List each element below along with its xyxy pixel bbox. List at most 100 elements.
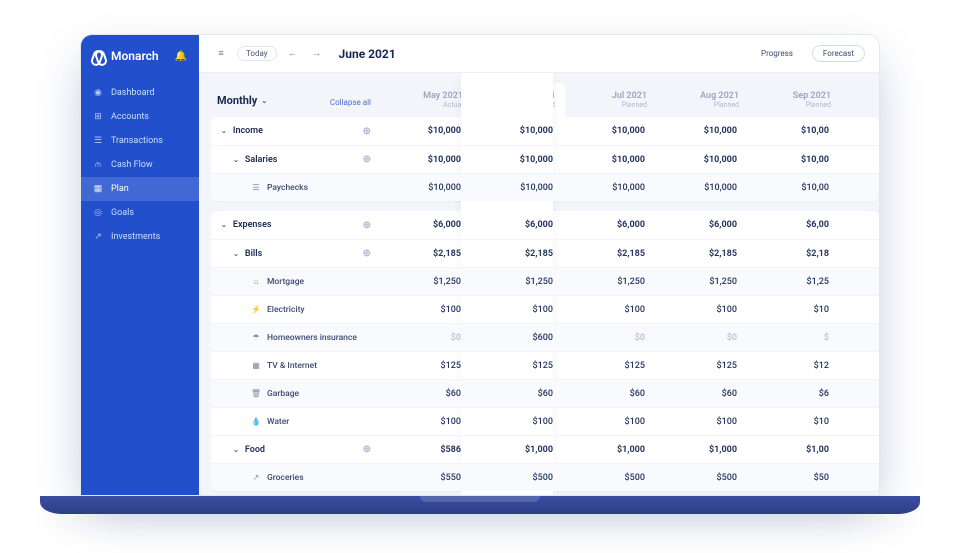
value-cell[interactable]: $12 xyxy=(749,361,841,371)
menu-icon[interactable]: ≡ xyxy=(213,46,229,62)
value-cell[interactable]: $10,000 xyxy=(657,183,749,193)
value-cell[interactable]: $6,00 xyxy=(749,220,841,230)
value-cell[interactable]: $1,250 xyxy=(473,277,565,287)
sidebar-item-accounts[interactable]: ⊞Accounts xyxy=(81,105,199,129)
value-cell[interactable]: $100 xyxy=(473,417,565,427)
item-label[interactable]: ⌂ Mortgage xyxy=(211,277,381,287)
tab-forecast[interactable]: Forecast xyxy=(812,45,865,62)
value-cell[interactable]: $10,000 xyxy=(381,126,473,136)
section-toggle[interactable]: ⌄ Expenses ⊕ xyxy=(211,220,381,231)
add-icon[interactable]: ⊕ xyxy=(363,220,371,231)
value-cell[interactable]: $500 xyxy=(657,473,749,483)
value-cell[interactable]: $10,000 xyxy=(473,155,565,165)
value-cell[interactable]: $2,18 xyxy=(749,249,841,259)
value-cell[interactable]: $10,000 xyxy=(381,183,473,193)
value-cell[interactable]: $100 xyxy=(657,305,749,315)
value-cell[interactable]: $1,000 xyxy=(565,445,657,455)
value-cell[interactable]: $1,000 xyxy=(473,445,565,455)
value-cell[interactable]: $550 xyxy=(381,473,473,483)
value-cell[interactable]: $125 xyxy=(657,361,749,371)
value-cell[interactable]: $6,000 xyxy=(657,220,749,230)
value-cell[interactable]: $10,000 xyxy=(657,126,749,136)
sidebar-item-investments[interactable]: ↗Investments xyxy=(81,225,199,249)
value-cell[interactable]: $10,00 xyxy=(749,155,841,165)
view-mode-dropdown[interactable]: Monthly ⌄ xyxy=(217,94,267,107)
value-cell[interactable]: $2,185 xyxy=(381,249,473,259)
value-cell[interactable]: $10,000 xyxy=(657,155,749,165)
item-label[interactable]: 💧 Water xyxy=(211,417,381,427)
value-cell[interactable]: $60 xyxy=(565,389,657,399)
value-cell[interactable]: $100 xyxy=(565,305,657,315)
add-icon[interactable]: ⊕ xyxy=(363,154,371,165)
value-cell[interactable]: $2,185 xyxy=(473,249,565,259)
value-cell[interactable]: $125 xyxy=(473,361,565,371)
value-cell[interactable]: $1,00 xyxy=(749,445,841,455)
sidebar-item-plan[interactable]: ▦Plan xyxy=(81,177,199,201)
category-icon: ▦ xyxy=(251,361,261,370)
item-label[interactable]: 🗑 Garbage xyxy=(211,389,381,399)
value-cell[interactable]: $10,000 xyxy=(473,126,565,136)
value-cell[interactable]: $10,00 xyxy=(749,126,841,136)
sidebar-item-dashboard[interactable]: ◉Dashboard xyxy=(81,81,199,105)
value-cell[interactable]: $600 xyxy=(473,333,565,343)
value-cell[interactable]: $10,000 xyxy=(473,183,565,193)
add-icon[interactable]: ⊕ xyxy=(363,126,371,137)
value-cell[interactable]: $0 xyxy=(381,333,473,343)
group-toggle[interactable]: ⌄ Food ⊕ xyxy=(211,444,381,455)
item-label[interactable]: ↗ Groceries xyxy=(211,473,381,483)
group-toggle[interactable]: ⌄ Bills ⊕ xyxy=(211,248,381,259)
value-cell[interactable]: $1,25 xyxy=(749,277,841,287)
item-label[interactable]: ▦ TV & Internet xyxy=(211,361,381,371)
add-icon[interactable]: ⊕ xyxy=(363,248,371,259)
value-cell[interactable]: $60 xyxy=(473,389,565,399)
value-cell[interactable]: $50 xyxy=(749,473,841,483)
value-cell[interactable]: $10,000 xyxy=(381,155,473,165)
value-cell[interactable]: $1,250 xyxy=(657,277,749,287)
prev-month-button[interactable]: ← xyxy=(285,46,301,62)
value-cell[interactable]: $125 xyxy=(565,361,657,371)
value-cell[interactable]: $60 xyxy=(381,389,473,399)
bell-icon[interactable]: 🔔 xyxy=(175,51,187,62)
sidebar-item-goals[interactable]: ◎Goals xyxy=(81,201,199,225)
value-cell[interactable]: $500 xyxy=(565,473,657,483)
value-cell[interactable]: $2,185 xyxy=(657,249,749,259)
value-cell[interactable]: $100 xyxy=(657,417,749,427)
add-icon[interactable]: ⊕ xyxy=(363,444,371,455)
value-cell[interactable]: $10 xyxy=(749,417,841,427)
value-cell[interactable]: $ xyxy=(749,333,841,343)
value-cell[interactable]: $6,000 xyxy=(565,220,657,230)
value-cell[interactable]: $1,000 xyxy=(657,445,749,455)
value-cell[interactable]: $125 xyxy=(381,361,473,371)
value-cell[interactable]: $0 xyxy=(657,333,749,343)
value-cell[interactable]: $10 xyxy=(749,305,841,315)
value-cell[interactable]: $10,00 xyxy=(749,183,841,193)
value-cell[interactable]: $100 xyxy=(565,417,657,427)
value-cell[interactable]: $6,000 xyxy=(381,220,473,230)
value-cell[interactable]: $1,250 xyxy=(381,277,473,287)
value-cell[interactable]: $100 xyxy=(473,305,565,315)
sidebar-item-cash-flow[interactable]: ⫙Cash Flow xyxy=(81,153,199,177)
value-cell[interactable]: $10,000 xyxy=(565,183,657,193)
value-cell[interactable]: $60 xyxy=(657,389,749,399)
value-cell[interactable]: $2,185 xyxy=(565,249,657,259)
section-toggle[interactable]: ⌄ Income ⊕ xyxy=(211,126,381,137)
collapse-all-button[interactable]: Collapse all xyxy=(330,98,371,107)
value-cell[interactable]: $100 xyxy=(381,305,473,315)
item-label[interactable]: ☂ Homeowners insurance xyxy=(211,333,381,343)
group-toggle[interactable]: ⌄ Salaries ⊕ xyxy=(211,154,381,165)
today-button[interactable]: Today xyxy=(237,46,277,61)
value-cell[interactable]: $100 xyxy=(381,417,473,427)
sidebar-item-transactions[interactable]: ☰Transactions xyxy=(81,129,199,153)
tab-progress[interactable]: Progress xyxy=(750,45,804,62)
next-month-button[interactable]: → xyxy=(309,46,325,62)
value-cell[interactable]: $1,250 xyxy=(565,277,657,287)
value-cell[interactable]: $10,000 xyxy=(565,155,657,165)
value-cell[interactable]: $6,000 xyxy=(473,220,565,230)
value-cell[interactable]: $0 xyxy=(565,333,657,343)
value-cell[interactable]: $10,000 xyxy=(565,126,657,136)
value-cell[interactable]: $500 xyxy=(473,473,565,483)
value-cell[interactable]: $6 xyxy=(749,389,841,399)
item-label[interactable]: ⚡ Electricity xyxy=(211,305,381,315)
value-cell[interactable]: $586 xyxy=(381,445,473,455)
item-label[interactable]: ☰ Paychecks xyxy=(211,183,381,193)
